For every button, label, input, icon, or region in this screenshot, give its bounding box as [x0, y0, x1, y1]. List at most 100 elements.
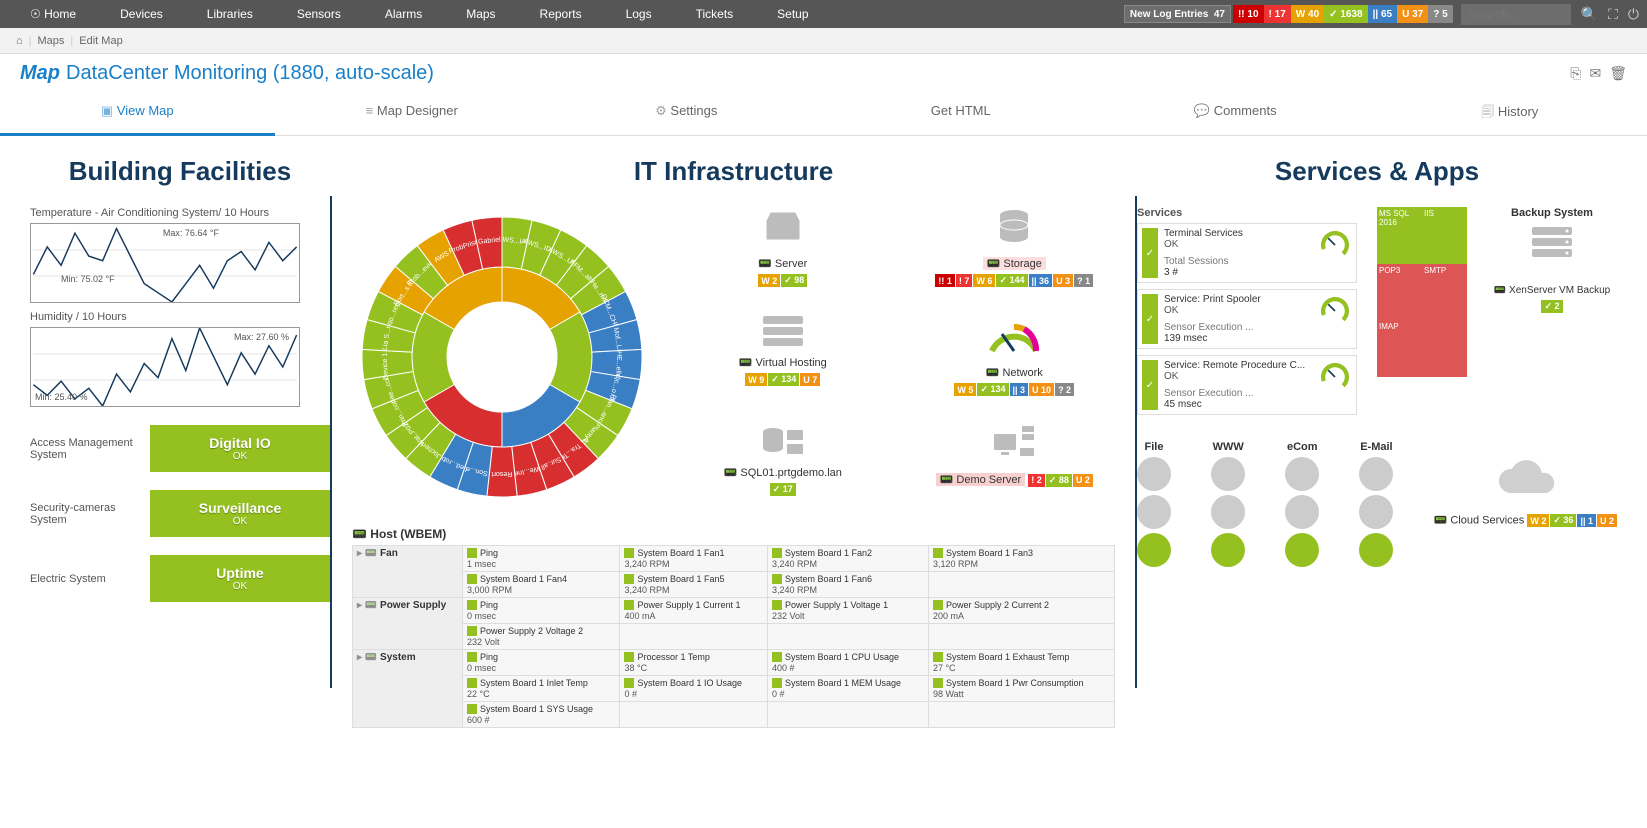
sensor-cell[interactable]	[768, 702, 929, 728]
crumb-home[interactable]: ⌂	[10, 35, 29, 47]
treemap-cell[interactable]: IIS	[1422, 207, 1467, 264]
sensor-cell[interactable]	[928, 624, 1114, 650]
sensor-cell[interactable]: System Board 1 IO Usage0 #	[620, 676, 768, 702]
status-badge[interactable]: ✓ 1638	[1324, 5, 1367, 23]
traffic-red	[1211, 457, 1245, 491]
facility-box[interactable]: Digital IOOK	[150, 425, 330, 472]
status-badge[interactable]: ! 17	[1264, 5, 1291, 23]
services-heading: Services	[1137, 207, 1357, 219]
tab-settings[interactable]: ⚙ Settings	[549, 93, 824, 135]
delete-icon[interactable]: 🗑	[1609, 65, 1627, 82]
tab-view-map[interactable]: ▣ View Map	[0, 93, 275, 136]
mail-icon[interactable]: ✉	[1589, 65, 1601, 82]
menu-maps[interactable]: Maps	[444, 0, 517, 28]
sensor-cell[interactable]: Power Supply 1 Voltage 1232 Volt	[768, 598, 929, 624]
menu-devices[interactable]: Devices	[98, 0, 185, 28]
infra-network[interactable]: 📟 Network W 5✓ 134|| 3U 10? 2	[914, 316, 1116, 396]
infra-sql01-prtgdemo-lan[interactable]: 📟 SQL01.prtgdemo.lan ✓ 17	[682, 426, 884, 496]
stack-icon	[682, 316, 884, 352]
new-log-entries[interactable]: New Log Entries 47	[1124, 5, 1231, 23]
sensor-cell[interactable]	[928, 572, 1114, 598]
menu-libraries[interactable]: Libraries	[185, 0, 275, 28]
traffic-ecom[interactable]: eCom	[1285, 441, 1319, 571]
tab-history[interactable]: 🗐 History	[1373, 93, 1647, 135]
crumb-maps[interactable]: Maps	[32, 35, 71, 47]
infra-demo-server[interactable]: 📟 Demo Server ! 2✓ 88U 2	[914, 426, 1116, 487]
sensor-cell[interactable]: System Board 1 Fan23,240 RPM	[768, 546, 929, 572]
sensor-cell[interactable]: System Board 1 Fan43,000 RPM	[463, 572, 620, 598]
power-icon[interactable]: ⏻	[1628, 6, 1639, 23]
tab-comments[interactable]: 💬 Comments	[1098, 93, 1373, 135]
sensor-cell[interactable]: Ping0 msec	[463, 598, 620, 624]
sensor-cell[interactable]: System Board 1 MEM Usage0 #	[768, 676, 929, 702]
sensor-cell[interactable]: Ping0 msec	[463, 650, 620, 676]
facility-box[interactable]: UptimeOK	[150, 555, 330, 602]
tab-map-designer[interactable]: ≡ Map Designer	[275, 93, 550, 135]
sunburst-chart[interactable]: AWS...IAUAWS...IDEAWS...USFFM...althHe..…	[352, 207, 652, 507]
traffic-file[interactable]: File	[1137, 441, 1171, 571]
menu-tickets[interactable]: Tickets	[674, 0, 756, 28]
host-category: ▸ 📟 Fan	[353, 546, 463, 598]
sensor-cell[interactable]	[620, 624, 768, 650]
sensor-cell[interactable]: System Board 1 Fan53,240 RPM	[620, 572, 768, 598]
service-card[interactable]: ✓ Terminal ServicesOK Total Sessions3 #	[1137, 223, 1357, 283]
host-title: 📟 Host (WBEM)	[352, 527, 1115, 541]
menu-alarms[interactable]: Alarms	[363, 0, 444, 28]
crumb-edit[interactable]: Edit Map	[73, 35, 128, 47]
gauge-icon	[1318, 294, 1352, 328]
service-card[interactable]: ✓ Service: Print SpoolerOK Sensor Execut…	[1137, 289, 1357, 349]
service-card[interactable]: ✓ Service: Remote Procedure C...OK Senso…	[1137, 355, 1357, 415]
sensor-cell[interactable]: System Board 1 Exhaust Temp27 °C	[928, 650, 1114, 676]
menu-setup[interactable]: Setup	[755, 0, 830, 28]
sensor-cell[interactable]: System Board 1 Fan63,240 RPM	[768, 572, 929, 598]
breadcrumb: ⌂| Maps| Edit Map	[0, 28, 1647, 54]
status-badge[interactable]: W 40	[1291, 5, 1324, 23]
treemap-cell[interactable]: IMAP	[1377, 320, 1467, 377]
fullscreen-icon[interactable]: ⛶	[1608, 6, 1618, 23]
search-input[interactable]	[1461, 4, 1571, 25]
infra-server[interactable]: 📟 Server W 2✓ 98	[682, 207, 884, 287]
sensor-cell[interactable]: System Board 1 SYS Usage600 #	[463, 702, 620, 728]
menu-sensors[interactable]: Sensors	[275, 0, 363, 28]
sensor-cell[interactable]	[928, 702, 1114, 728]
sensor-cell[interactable]: System Board 1 Inlet Temp22 °C	[463, 676, 620, 702]
sensor-cell[interactable]: System Board 1 CPU Usage400 #	[768, 650, 929, 676]
section-mid: IT Infrastructure	[352, 156, 1115, 187]
infra-virtual-hosting[interactable]: 📟 Virtual Hosting W 9✓ 134U 7	[682, 316, 884, 386]
infra-item-label: 📟 Demo Server	[940, 474, 1022, 486]
traffic-green	[1359, 533, 1393, 567]
tab-get-html[interactable]: Get HTML	[824, 93, 1099, 135]
sensor-cell[interactable]	[768, 624, 929, 650]
search-icon[interactable]: 🔍	[1581, 6, 1598, 23]
status-badge[interactable]: || 65	[1368, 5, 1398, 23]
traffic-yellow	[1359, 495, 1393, 529]
sensor-cell[interactable]: Processor 1 Temp38 °C	[620, 650, 768, 676]
traffic-green	[1137, 533, 1171, 567]
treemap-cell[interactable]: POP3	[1377, 264, 1422, 321]
chart2-max: Max: 27.60 %	[234, 332, 289, 342]
status-chip: ✓ 2	[1541, 300, 1562, 313]
export-icon[interactable]: ⎘	[1570, 65, 1581, 82]
sensor-cell[interactable]: Power Supply 2 Current 2200 mA	[928, 598, 1114, 624]
traffic-www[interactable]: WWW	[1211, 441, 1245, 571]
menu-reports[interactable]: Reports	[518, 0, 604, 28]
traffic-e-mail[interactable]: E-Mail	[1359, 441, 1393, 571]
sensor-cell[interactable]	[620, 702, 768, 728]
treemap-cell[interactable]: SMTP	[1422, 264, 1467, 321]
status-badge[interactable]: ? 5	[1428, 5, 1452, 23]
sensor-cell[interactable]: Ping1 msec	[463, 546, 620, 572]
sensor-cell[interactable]: System Board 1 Fan33,120 RPM	[928, 546, 1114, 572]
sensor-cell[interactable]: System Board 1 Fan13,240 RPM	[620, 546, 768, 572]
treemap-cell[interactable]: MS SQL 2016	[1377, 207, 1422, 264]
status-badge[interactable]: U 37	[1397, 5, 1428, 23]
sensor-cell[interactable]: System Board 1 Pwr Consumption98 Watt	[928, 676, 1114, 702]
treemap[interactable]: MS SQL 2016IISPOP3SMTPIMAP	[1377, 207, 1467, 377]
status-badge[interactable]: !! 10	[1233, 5, 1264, 23]
menu-logs[interactable]: Logs	[604, 0, 674, 28]
infra-item-label: 📟 SQL01.prtgdemo.lan	[724, 467, 842, 479]
sensor-cell[interactable]: Power Supply 2 Voltage 2232 Volt	[463, 624, 620, 650]
menu-home[interactable]: ☉ Home	[8, 0, 98, 28]
infra-storage[interactable]: 📟 Storage !! 1! 7W 6✓ 144|| 36U 3? 1	[914, 207, 1116, 287]
sensor-cell[interactable]: Power Supply 1 Current 1400 mA	[620, 598, 768, 624]
facility-box[interactable]: SurveillanceOK	[150, 490, 330, 537]
